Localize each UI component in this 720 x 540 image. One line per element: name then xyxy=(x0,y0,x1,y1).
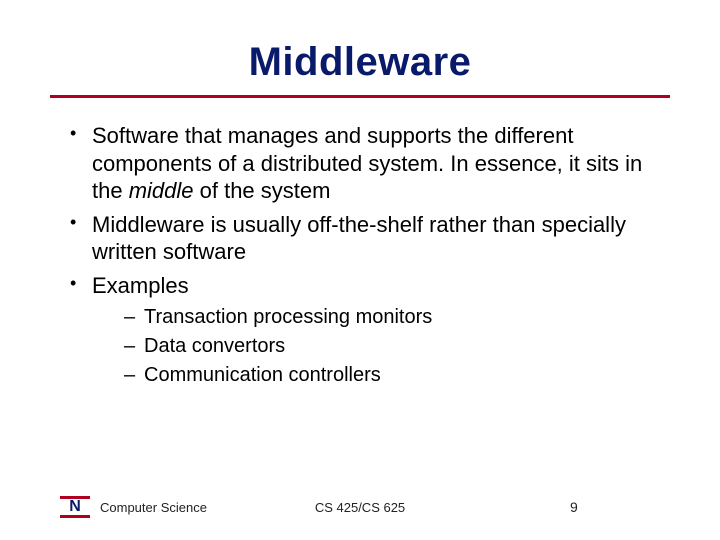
course-label: CS 425/CS 625 xyxy=(315,500,405,515)
department-label: Computer Science xyxy=(100,500,207,515)
logo-letter: N xyxy=(60,499,90,515)
bullet-item: Examples Transaction processing monitors… xyxy=(70,272,670,389)
bullet-text: Examples xyxy=(92,273,189,298)
slide-footer: N Computer Science CS 425/CS 625 9 xyxy=(0,496,720,518)
bullet-text: Middleware is usually off-the-shelf rath… xyxy=(92,212,626,265)
slide-content: Software that manages and supports the d… xyxy=(50,122,670,388)
university-logo-icon: N xyxy=(60,496,90,518)
sub-bullet-text: Communication controllers xyxy=(144,364,381,386)
slide: Middleware Software that manages and sup… xyxy=(0,0,720,540)
sub-bullet-item: Data convertors xyxy=(124,334,670,359)
bullet-text-post: of the system xyxy=(194,178,331,203)
bullet-list: Software that manages and supports the d… xyxy=(50,122,670,388)
page-number: 9 xyxy=(570,499,670,515)
bullet-text-em: middle xyxy=(129,178,194,203)
sub-bullet-item: Transaction processing monitors xyxy=(124,305,670,330)
title-rule xyxy=(50,95,670,98)
sub-bullet-text: Transaction processing monitors xyxy=(144,306,432,328)
sub-bullet-text: Data convertors xyxy=(144,335,285,357)
slide-title: Middleware xyxy=(50,40,670,85)
bullet-item: Software that manages and supports the d… xyxy=(70,122,670,205)
sub-bullet-item: Communication controllers xyxy=(124,363,670,388)
sub-bullet-list: Transaction processing monitors Data con… xyxy=(92,305,670,388)
bullet-item: Middleware is usually off-the-shelf rath… xyxy=(70,211,670,266)
